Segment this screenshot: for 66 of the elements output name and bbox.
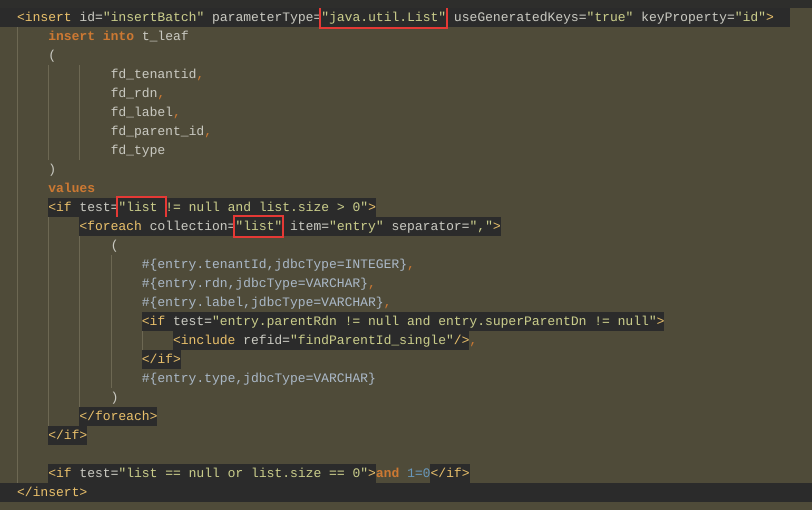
xml-tag: </insert>: [17, 483, 88, 502]
attribute-name: test=: [172, 313, 212, 331]
xml-tag: <insert: [17, 8, 72, 27]
code-text: (: [48, 47, 56, 65]
punctuation: ,: [384, 294, 392, 312]
xml-tag: <if: [48, 464, 72, 483]
string-literal: "list == null or list.size == 0": [118, 465, 368, 483]
attribute-name: item=: [289, 218, 330, 236]
parameter-expression: #{entry.tenantId,jdbcType=INTEGER}: [142, 256, 407, 274]
attribute-name: parameterType=: [211, 9, 322, 27]
string-literal: "true": [586, 9, 634, 27]
string-literal: ",": [469, 218, 493, 236]
punctuation: ,: [407, 256, 415, 274]
string-literal: "list": [235, 217, 282, 236]
sql-keyword: values: [48, 180, 95, 198]
string-literal: "findParentId_single": [290, 332, 454, 350]
punctuation: ,: [196, 66, 204, 84]
code-text: fd_parent_id: [110, 123, 204, 141]
punctuation: ,: [368, 275, 376, 293]
string-literal: "id": [734, 9, 766, 27]
string-literal: != null and list.size > 0": [165, 199, 368, 217]
sql-keyword: and: [376, 465, 400, 483]
xml-tag: <foreach: [79, 217, 142, 236]
string-literal: "entry.parentRdn != null and entry.superParentDn != null": [212, 313, 657, 331]
xml-tag: >: [656, 312, 664, 331]
attribute-name: useGeneratedKeys=: [452, 9, 587, 27]
string-literal: "java.util.List": [321, 8, 446, 27]
code-text: t_leaf: [140, 28, 189, 46]
xml-tag: </if>: [142, 350, 181, 369]
code-text: fd_rdn: [110, 85, 158, 103]
xml-tag: <include: [172, 331, 236, 350]
xml-tag: />: [454, 331, 470, 350]
punctuation: ,: [172, 104, 181, 122]
code-text: fd_label: [110, 104, 173, 122]
parameter-expression: #{entry.rdn,jdbcType=VARCHAR}: [142, 275, 368, 293]
xml-tag: <if: [48, 198, 72, 217]
xml-tag: >: [492, 217, 501, 236]
xml-tag: >: [368, 198, 376, 217]
parameter-expression: #{entry.type,jdbcType=VARCHAR}: [142, 370, 376, 388]
sql-keyword: insert into: [48, 28, 134, 46]
attribute-name: separator=: [390, 218, 470, 236]
xml-tag: >: [368, 464, 376, 483]
code-text: fd_tenantid: [110, 66, 196, 84]
string-literal: "entry": [329, 218, 384, 236]
code-text: (: [110, 237, 118, 255]
xml-tag: </if>: [48, 426, 88, 445]
xml-tag: >: [766, 8, 774, 27]
punctuation: ,: [204, 123, 212, 141]
string-literal: "insertBatch": [102, 9, 204, 27]
attribute-name: test=: [78, 465, 118, 483]
attribute-name: refid=: [242, 332, 290, 350]
punctuation: ,: [157, 85, 166, 103]
attribute-name: test=: [78, 199, 118, 217]
attribute-name: id=: [78, 9, 103, 27]
xml-tag: </if>: [430, 464, 470, 483]
code-text: ): [110, 389, 118, 407]
code-text: ): [48, 161, 56, 179]
xml-tag: <if: [142, 312, 166, 331]
code-text: fd_type: [110, 142, 166, 160]
string-literal: "list: [118, 198, 166, 217]
attribute-name: keyProperty=: [640, 9, 735, 27]
attribute-name: collection=: [148, 218, 236, 236]
parameter-expression: #{entry.label,jdbcType=VARCHAR}: [142, 294, 384, 312]
punctuation: ,: [469, 332, 478, 350]
number-literal: 1=0: [406, 465, 430, 483]
xml-tag: </foreach>: [79, 407, 158, 426]
